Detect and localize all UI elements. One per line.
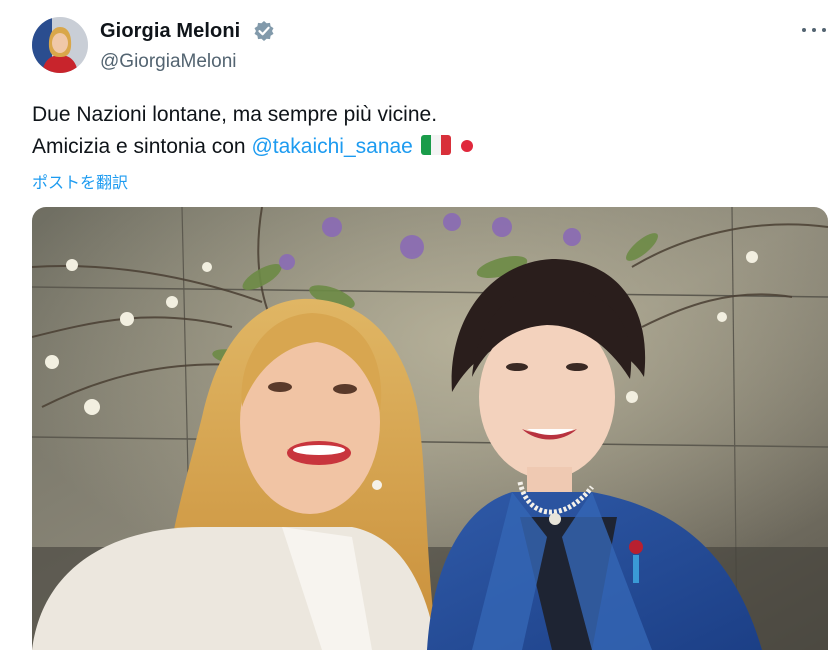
photo-image [32, 207, 828, 650]
author-display-name[interactable]: Giorgia Meloni [100, 20, 240, 43]
post-photo[interactable] [32, 207, 828, 650]
avatar-image [32, 17, 88, 73]
author-handle[interactable]: @GiorgiaMeloni [100, 51, 237, 73]
more-dot [802, 28, 806, 32]
italy-flag-emoji [420, 135, 451, 155]
tweet: Giorgia Meloni @GiorgiaMeloni Due Nazion… [0, 0, 828, 650]
verified-badge-icon [254, 21, 274, 41]
mention-link[interactable]: @takaichi_sanae [251, 135, 412, 158]
more-dot [812, 28, 816, 32]
post-text-line-2: Amicizia e sintonia con @takaichi_sanae [32, 135, 473, 159]
translate-post-link[interactable]: ポストを翻訳 [32, 169, 128, 193]
post-text-line-1: Due Nazioni lontane, ma sempre più vicin… [32, 103, 438, 126]
more-options-icon[interactable] [802, 20, 826, 40]
japan-flag-emoji [460, 140, 473, 152]
author-avatar[interactable] [32, 17, 88, 73]
more-dot [822, 28, 826, 32]
post-text-prefix: Amicizia e sintonia con [32, 135, 252, 158]
